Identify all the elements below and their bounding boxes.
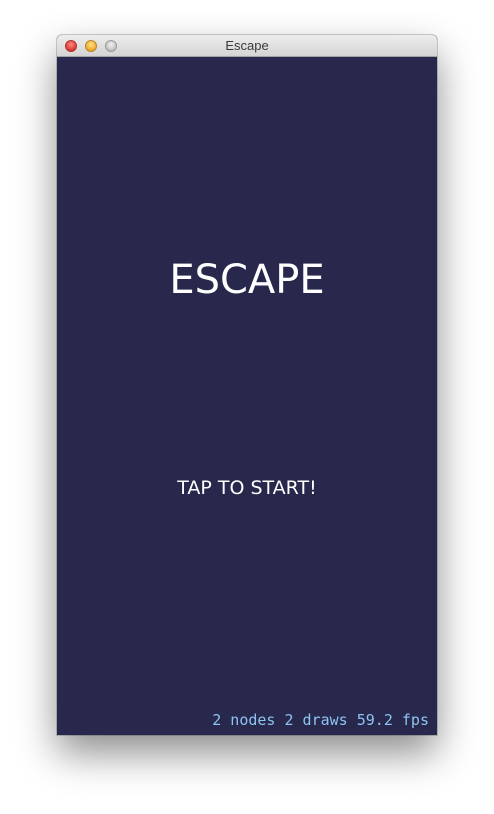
debug-stats: 2 nodes 2 draws 59.2 fps <box>212 711 429 729</box>
game-scene[interactable]: ESCAPE TAP TO START! 2 nodes 2 draws 59.… <box>57 57 437 735</box>
app-window: Escape ESCAPE TAP TO START! 2 nodes 2 dr… <box>57 35 437 735</box>
game-title: ESCAPE <box>169 257 325 303</box>
window-title: Escape <box>225 38 269 53</box>
tap-to-start-label[interactable]: TAP TO START! <box>57 477 437 499</box>
title-bar[interactable]: Escape <box>57 35 437 57</box>
